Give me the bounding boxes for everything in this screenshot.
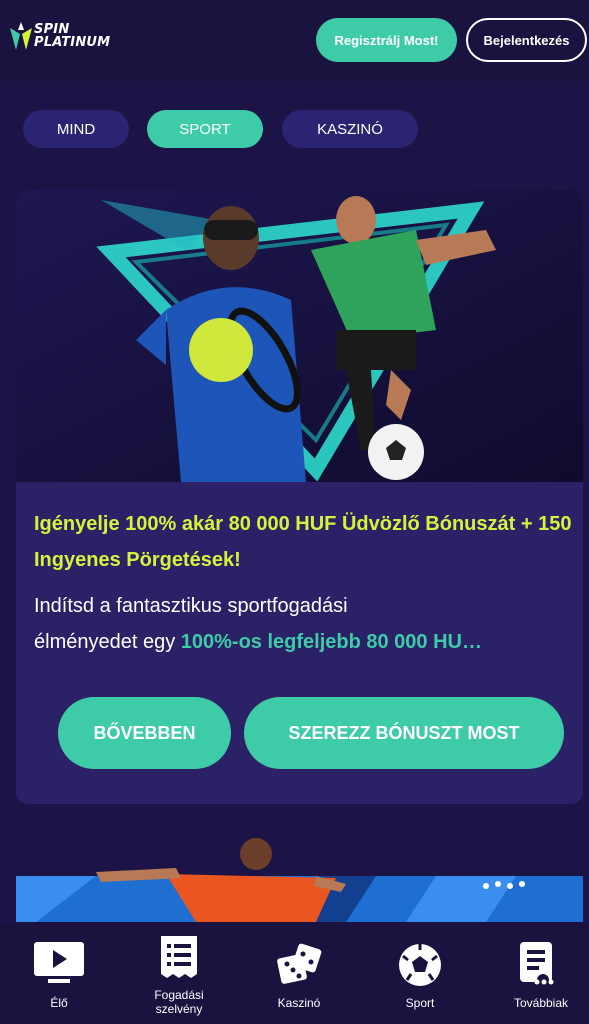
second-promo-banner[interactable] [16, 838, 583, 922]
nav-item-betslip[interactable]: Fogadási szelvény [136, 922, 222, 1024]
top-header: SPIN PLATINUM Regisztrálj Most! Bejelent… [0, 0, 589, 82]
promo-description-highlight: 100%-os legfeljebb 80 000 HU… [180, 631, 482, 653]
login-button[interactable]: Bejelentkezés [466, 18, 587, 62]
promo-banner-image [16, 190, 583, 482]
logo[interactable]: SPIN PLATINUM [8, 20, 133, 60]
filter-all[interactable]: MIND [23, 110, 129, 148]
logo-emblem-icon [10, 22, 32, 50]
promo-description-line2: élményedet egy [34, 631, 181, 653]
nav-label-casino: Kaszinó [277, 996, 321, 1010]
claim-bonus-button[interactable]: SZEREZZ BÓNUSZT MOST [244, 697, 564, 769]
nav-label-betslip: Fogadási szelvény [154, 988, 204, 1016]
football-artwork [16, 838, 583, 922]
more-icon [520, 942, 554, 986]
logo-text-platinum: PLATINUM [34, 35, 111, 50]
promo-card: Igényelje 100% akár 80 000 HUF Üdvözlő B… [16, 190, 583, 804]
soccer-ball-icon [399, 944, 441, 986]
filter-casino[interactable]: KASZINÓ [282, 110, 418, 148]
nav-label-sport: Sport [405, 996, 435, 1010]
bottom-navigation: Élő Fogadási szelvény Kaszinó Sport Tová… [0, 922, 589, 1024]
live-icon [34, 942, 84, 983]
nav-item-more[interactable]: Továbbiak [500, 922, 582, 1024]
sports-artwork [16, 190, 583, 482]
promo-description: Indítsd a fantasztikus sportfogadási élm… [34, 588, 574, 660]
betslip-icon [161, 936, 197, 978]
nav-item-live[interactable]: Élő [18, 922, 100, 1024]
logo-text: SPIN PLATINUM [34, 23, 110, 49]
more-button[interactable]: BŐVEBBEN [58, 697, 231, 769]
promo-headline: Igényelje 100% akár 80 000 HUF Üdvözlő B… [34, 513, 572, 571]
nav-label-live: Élő [50, 996, 68, 1010]
nav-item-casino[interactable]: Kaszinó [258, 922, 340, 1024]
filter-sport[interactable]: SPORT [147, 110, 263, 148]
dice-icon [277, 943, 322, 984]
nav-item-sport[interactable]: Sport [380, 922, 460, 1024]
register-button[interactable]: Regisztrálj Most! [316, 18, 457, 62]
nav-label-more: Továbbiak [513, 996, 569, 1010]
promo-description-line1: Indítsd a fantasztikus sportfogadási [34, 595, 348, 617]
